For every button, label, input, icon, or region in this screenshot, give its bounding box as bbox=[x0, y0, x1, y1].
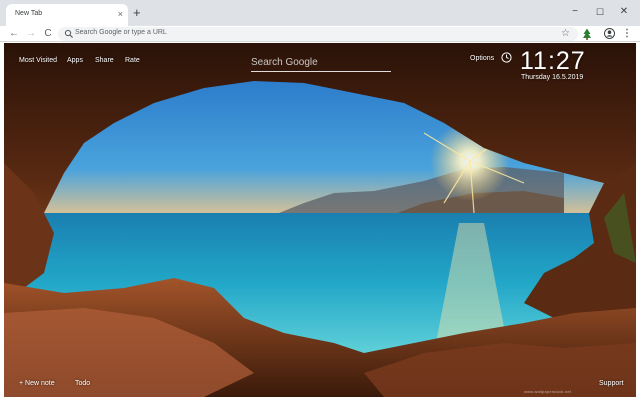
new-tab-page: Most Visited Apps Share Rate Options 11:… bbox=[4, 43, 636, 397]
options-link[interactable]: Options bbox=[470, 55, 494, 62]
tab-strip: New Tab × + − ☐ ✕ bbox=[0, 0, 640, 26]
minimize-button[interactable]: − bbox=[563, 3, 587, 21]
menu-kebab-icon[interactable]: ⋮ bbox=[622, 27, 632, 41]
tab-title: New Tab bbox=[15, 10, 43, 17]
tab-close-icon[interactable]: × bbox=[118, 8, 123, 20]
forward-button[interactable]: → bbox=[24, 26, 38, 42]
clock-time: 11:27 bbox=[520, 47, 586, 75]
address-bar[interactable]: Search Google or type a URL bbox=[58, 27, 578, 41]
reload-button[interactable]: C bbox=[41, 26, 55, 42]
close-window-button[interactable]: ✕ bbox=[612, 3, 636, 21]
most-visited-link[interactable]: Most Visited bbox=[19, 57, 57, 64]
cave-background-image bbox=[4, 43, 636, 397]
search-input[interactable] bbox=[251, 55, 391, 69]
new-note-button[interactable]: + New note bbox=[19, 380, 55, 387]
address-bar-placeholder: Search Google or type a URL bbox=[75, 29, 167, 36]
search-icon bbox=[64, 29, 74, 39]
tab-new-tab[interactable]: New Tab × bbox=[6, 4, 128, 26]
apps-link[interactable]: Apps bbox=[67, 57, 83, 64]
account-icon[interactable] bbox=[604, 28, 615, 39]
back-button[interactable]: ← bbox=[7, 26, 21, 42]
rate-link[interactable]: Rate bbox=[125, 57, 140, 64]
new-tab-button[interactable]: + bbox=[133, 5, 141, 21]
bookmark-star-icon[interactable]: ☆ bbox=[561, 26, 570, 42]
todo-button[interactable]: Todo bbox=[75, 380, 90, 387]
search-box bbox=[251, 52, 391, 72]
tree-icon[interactable] bbox=[582, 28, 592, 40]
maximize-button[interactable]: ☐ bbox=[588, 3, 612, 21]
support-link[interactable]: Support bbox=[599, 380, 624, 387]
watermark-text: www.wallpaperstock.net bbox=[524, 389, 572, 394]
browser-toolbar: ← → C Search Google or type a URL ☆ ⋮ bbox=[0, 26, 640, 42]
clock-date: Thursday 16.5.2019 bbox=[521, 74, 584, 81]
clock-icon[interactable] bbox=[501, 52, 512, 63]
share-link[interactable]: Share bbox=[95, 57, 114, 64]
